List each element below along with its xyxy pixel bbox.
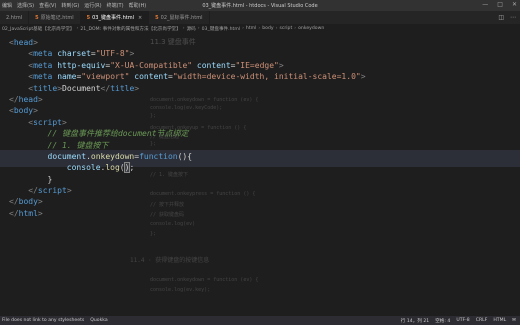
overlay-line: console.log(ev) [150,221,196,227]
tab-label: 02_鼠标事件.html [160,15,203,21]
code-lines: <head> <meta charset="UTF-8"> <meta http… [9,37,366,219]
html5-icon: 5 [35,14,39,21]
code-line: <body> [9,106,38,116]
status-quokka[interactable]: Quokka [90,318,107,323]
tab-mouse-events[interactable]: 5 02_鼠标事件.html [149,11,210,24]
close-icon[interactable]: ✕ [512,1,517,8]
status-bar: File does not link to any stylesheets Qu… [0,316,520,325]
code-line: // 1. 键盘按下 [47,140,109,150]
status-indentation[interactable]: 空格: 4 [435,318,450,324]
tab-label: 原始笔记.html [40,15,74,21]
code-line: </head> [9,94,43,104]
status-language-mode[interactable]: HTML [493,318,506,324]
window-title: 03_键盘事件.html - htdocs - Visual Studio Co… [202,3,318,9]
chevron-right-icon: › [275,26,278,31]
tab-label: 2.html [6,14,23,21]
editor-actions: ◫ ⋯ [498,11,520,24]
bell-icon[interactable]: ✉ [512,318,516,324]
chevron-right-icon: › [76,26,79,31]
breadcrumb: 02_JavaScript基础【北京尚学堂】 › 21_DOM: 事件对象的属性… [0,24,520,33]
code-line: </body> [9,197,43,207]
more-actions-icon[interactable]: ⋯ [510,14,516,21]
code-line: </script> [28,186,72,196]
overlay-line: document.onkeydown = function (ev) { [150,277,259,283]
code-line: console.log(); [66,162,135,174]
overlay-line: console.log(ev.key); [150,287,211,293]
title-bar: 编辑 选择(S) 查看(V) 转到(G) 运行(R) 终端(T) 帮助(H) 0… [0,0,520,11]
chevron-right-icon: › [242,26,244,31]
breadcrumb-item[interactable]: 03_键盘事件.html [202,26,240,32]
code-editor[interactable]: 11.3 键盘事件 document.onkeydown = function … [0,33,520,316]
tab-notes[interactable]: 5 原始笔记.html [29,11,81,24]
code-line: <script> [28,117,67,127]
window-controls: — □ ✕ [482,1,517,8]
code-line: } [47,174,53,184]
chevron-right-icon: › [197,26,200,31]
minimize-icon[interactable]: — [482,1,488,8]
status-cursor-position[interactable]: 行 14，列 21 [401,318,429,324]
code-line: <head> [9,38,38,47]
code-line: <meta http-equiv="X-UA-Compatible" conte… [28,60,284,70]
breadcrumb-item[interactable]: script [279,26,292,31]
tab-label: 03_键盘事件.html [92,15,134,21]
chevron-right-icon: › [182,26,185,31]
code-line: // 键盘事件推荐给document节点绑定 [47,129,189,139]
code-line: <title>Document</title> [28,83,140,93]
status-encoding[interactable]: UTF-8 [456,318,469,324]
code-line: </html> [9,208,43,218]
overlay-line: }; [150,231,157,237]
status-eol[interactable]: CRLF [476,318,488,324]
html5-icon: 5 [86,14,91,21]
status-stylesheet-warning[interactable]: File does not link to any stylesheets [2,318,84,323]
code-line: document.onkeydown=function(){ [47,151,193,161]
tab-keyboard-events[interactable]: 5 03_键盘事件.html × [80,11,150,24]
breadcrumb-item[interactable]: html [246,26,256,31]
close-tab-icon[interactable]: × [138,15,142,21]
tab-2-html[interactable]: 2.html [0,11,30,24]
breadcrumb-item[interactable]: onkeydown [298,26,324,31]
breadcrumb-item[interactable]: 02_JavaScript基础【北京尚学堂】 [2,26,75,32]
code-line: <meta name="viewport" content="width=dev… [28,72,366,82]
html5-icon: 5 [155,14,159,21]
overlay-line: 11.4 · 获得键盘的按键信息 [130,257,210,264]
tab-bar: 2.html 5 原始笔记.html 5 03_键盘事件.html × 5 02… [0,11,520,24]
breadcrumb-item[interactable]: 21_DOM: 事件对象的属性和方法【北京尚学堂】 [80,26,180,32]
breadcrumb-item[interactable]: body [262,26,273,31]
split-editor-icon[interactable]: ◫ [498,14,504,21]
maximize-icon[interactable]: □ [497,1,503,8]
code-line: <meta charset="UTF-8"> [28,49,135,59]
chevron-right-icon: › [258,26,261,31]
chevron-right-icon: › [294,26,297,31]
breadcrumb-item[interactable]: 源码 [187,26,196,32]
